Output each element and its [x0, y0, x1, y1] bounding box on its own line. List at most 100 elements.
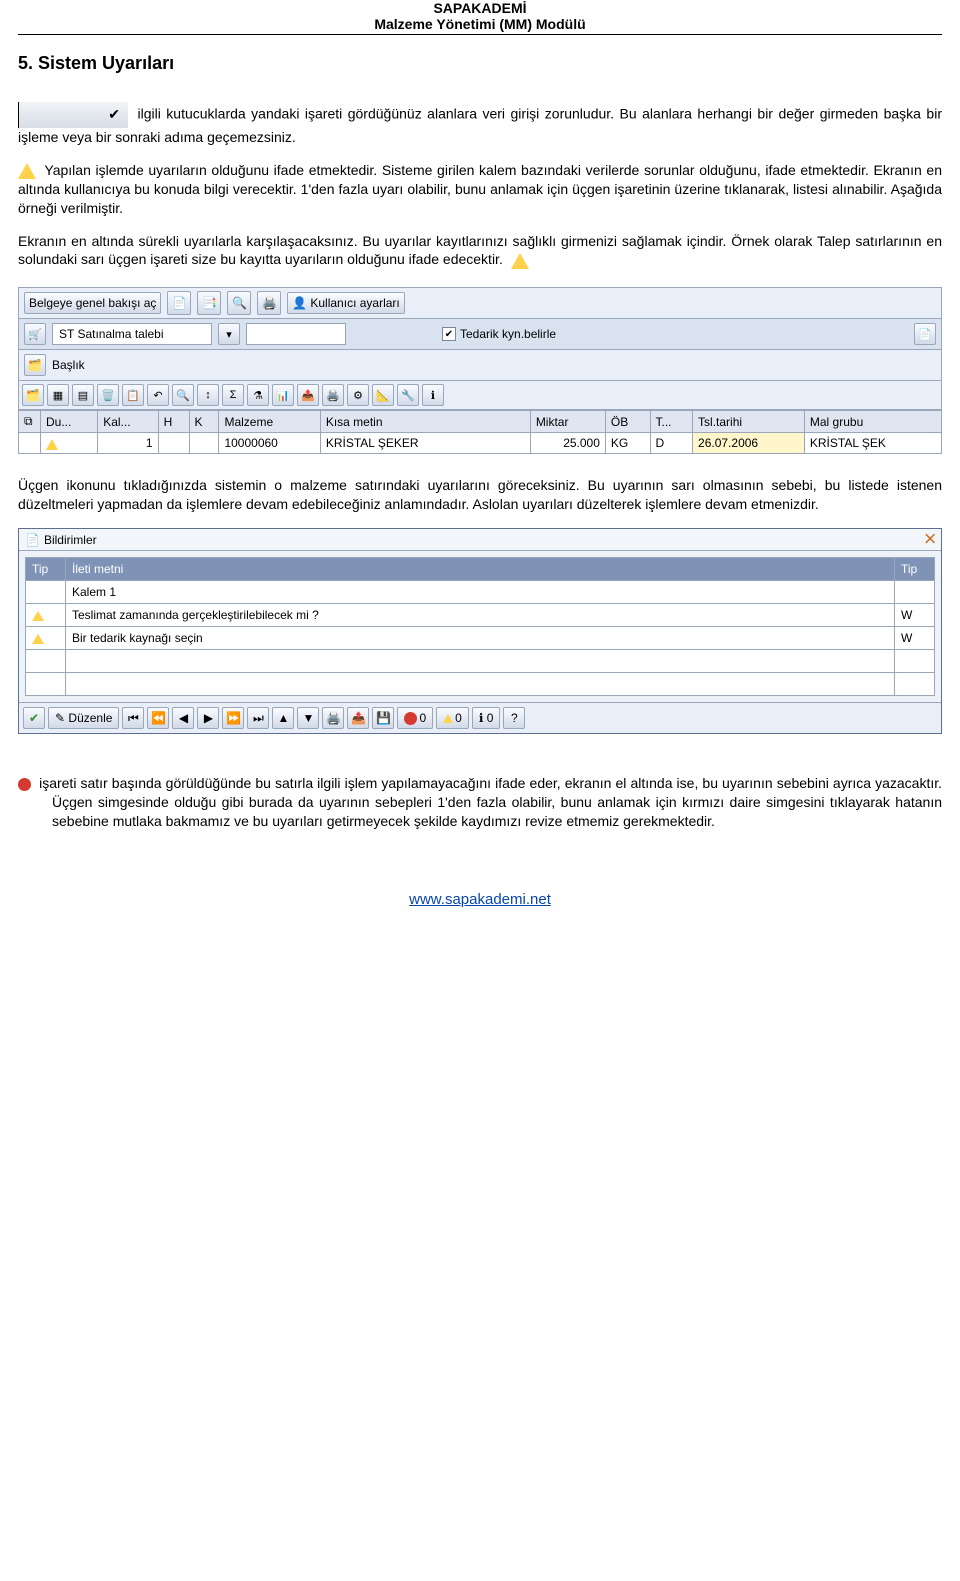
open-document-overview-button[interactable]: Belgeye genel bakışı aç — [24, 292, 161, 314]
filter-icon[interactable]: ⚗ — [247, 384, 269, 406]
notifications-dialog: 📄 Bildirimler ⨉ Tip İleti metni Tip — [18, 528, 942, 734]
sort-desc-icon[interactable]: ▼ — [297, 707, 319, 729]
message-row[interactable]: Kalem 1 — [26, 581, 935, 604]
print-icon[interactable]: 🖨️ — [322, 384, 344, 406]
toolbar-icon-3[interactable]: 🔍 — [227, 291, 251, 315]
sort-asc-icon[interactable]: ▲ — [272, 707, 294, 729]
prev-icon[interactable]: ◀ — [172, 707, 194, 729]
message-row[interactable]: Teslimat zamanında gerçekleştirilebilece… — [26, 604, 935, 627]
toolbar-icon-1[interactable]: 📄 — [167, 291, 191, 315]
last-page-icon[interactable]: ⏭ — [247, 707, 269, 729]
help-icon[interactable]: ? — [503, 707, 525, 729]
paragraph-status-bar: Ekranın en altında sürekli uyarılarla ka… — [18, 232, 942, 270]
collapse-icon[interactable]: 🗂️ — [24, 354, 46, 376]
paragraph-error-icon: işareti satır başında görüldüğünde bu sa… — [18, 774, 942, 831]
settings-icon[interactable]: ⚙ — [347, 384, 369, 406]
tedarik-checkbox-group[interactable]: ✔ Tedarik kyn.belirle — [442, 327, 556, 341]
select-all-icon[interactable]: ▦ — [47, 384, 69, 406]
toolbar-icon-4[interactable]: 🖨️ — [257, 291, 281, 315]
dropdown-icon[interactable]: ▾ — [218, 323, 240, 345]
doc-type-value: ST Satınalma talebi — [59, 327, 164, 341]
table-row[interactable]: 1 10000060 KRİSTAL ŞEKER 25.000 KG D 26.… — [19, 433, 942, 454]
doc-number-field[interactable] — [246, 323, 346, 345]
message-row-empty — [26, 650, 935, 673]
warning-triangle-icon — [18, 163, 36, 179]
find-icon[interactable]: 🔍 — [172, 384, 194, 406]
col-kisa[interactable]: Kısa metin — [320, 411, 530, 433]
para1-text: ilgili kutucuklarda yandaki işareti görd… — [18, 106, 942, 145]
col-selector[interactable]: ⧉ — [19, 411, 41, 433]
cell-malzeme[interactable]: 10000060 — [219, 433, 320, 454]
page-header: SAPAKADEMİ Malzeme Yönetimi (MM) Modülü — [18, 0, 942, 35]
close-icon[interactable]: ⨉ — [925, 532, 935, 547]
tedarik-checkbox[interactable]: ✔ — [442, 327, 456, 341]
col-t[interactable]: T... — [650, 411, 693, 433]
col-tsltarihi[interactable]: Tsl.tarihi — [693, 411, 805, 433]
col-kal[interactable]: Kal... — [98, 411, 158, 433]
col-h[interactable]: H — [158, 411, 189, 433]
col-du[interactable]: Du... — [41, 411, 98, 433]
undo-icon[interactable]: ↶ — [147, 384, 169, 406]
edit-button[interactable]: ✎ Düzenle — [48, 707, 119, 729]
cell-grup[interactable]: KRİSTAL ŞEK — [804, 433, 941, 454]
row-select[interactable] — [19, 433, 41, 454]
page-icon[interactable]: 📄 — [914, 323, 936, 345]
msg-tip-cell — [26, 581, 66, 604]
expand-icon[interactable]: 🗂️ — [22, 384, 44, 406]
next-icon[interactable]: ▶ — [197, 707, 219, 729]
msg-text: Bir tedarik kaynağı seçin — [66, 627, 895, 650]
col-malgrubu[interactable]: Mal grubu — [804, 411, 941, 433]
footer-link[interactable]: www.sapakademi.net — [18, 891, 942, 908]
col-k[interactable]: K — [189, 411, 219, 433]
para5-text: işareti satır başında görüldüğünde bu sa… — [39, 775, 942, 829]
print-icon[interactable]: 🖨️ — [322, 707, 344, 729]
col-ob[interactable]: ÖB — [605, 411, 650, 433]
msg-tip-cell — [26, 627, 66, 650]
export-icon[interactable]: 📤 — [297, 384, 319, 406]
cell-kisa[interactable]: KRİSTAL ŞEKER — [320, 433, 530, 454]
warning-triangle-icon — [32, 611, 44, 621]
cell-tarih[interactable]: 26.07.2006 — [693, 433, 805, 454]
tools-icon[interactable]: 🔧 — [397, 384, 419, 406]
message-row-empty — [26, 673, 935, 696]
sap-purchase-req-screen: Belgeye genel bakışı aç 📄 📑 🔍 🖨️ 👤 Kulla… — [18, 287, 942, 454]
delete-icon[interactable]: 🗑️ — [97, 384, 119, 406]
stop-count[interactable]: 0 — [397, 707, 433, 729]
info-count[interactable]: ℹ 0 — [472, 707, 501, 729]
baslik-label: Başlık — [52, 358, 85, 372]
first-page-icon[interactable]: ⏮ — [122, 707, 144, 729]
info-icon[interactable]: ℹ — [422, 384, 444, 406]
cell-du — [41, 433, 98, 454]
col-miktar[interactable]: Miktar — [530, 411, 605, 433]
cell-h[interactable] — [158, 433, 189, 454]
cell-ob[interactable]: KG — [605, 433, 650, 454]
col-malzeme[interactable]: Malzeme — [219, 411, 320, 433]
sap-baslik-row: 🗂️ Başlık — [18, 350, 942, 381]
layout-save-icon[interactable]: 💾 — [372, 707, 394, 729]
accept-button[interactable]: ✔ — [23, 707, 45, 729]
chart-icon[interactable]: 📊 — [272, 384, 294, 406]
user-settings-button[interactable]: 👤 Kullanıcı ayarları — [287, 292, 404, 314]
doc-type-field[interactable]: ST Satınalma talebi — [52, 323, 212, 345]
cell-miktar[interactable]: 25.000 — [530, 433, 605, 454]
warn-count[interactable]: 0 — [436, 707, 469, 729]
basket-icon[interactable]: 🛒 — [24, 323, 46, 345]
sum-icon[interactable]: Σ — [222, 384, 244, 406]
sort-icon[interactable]: ↕ — [197, 384, 219, 406]
layout-icon[interactable]: 📐 — [372, 384, 394, 406]
message-row[interactable]: Bir tedarik kaynağı seçin W — [26, 627, 935, 650]
paragraph-triangle-click: Üçgen ikonunu tıkladığınızda sistemin o … — [18, 476, 942, 514]
cell-k[interactable] — [189, 433, 219, 454]
toolbar-icon-2[interactable]: 📑 — [197, 291, 221, 315]
export-icon[interactable]: 📤 — [347, 707, 369, 729]
select-block-icon[interactable]: ▤ — [72, 384, 94, 406]
row-warning-icon[interactable] — [46, 439, 58, 450]
col-tip: Tip — [26, 558, 66, 581]
copy-icon[interactable]: 📋 — [122, 384, 144, 406]
next-page-icon[interactable]: ⏩ — [222, 707, 244, 729]
prev-page-icon[interactable]: ⏪ — [147, 707, 169, 729]
cell-t[interactable]: D — [650, 433, 693, 454]
para2-text: Yapılan işlemde uyarıların olduğunu ifad… — [18, 162, 942, 216]
paragraph-warnings: Yapılan işlemde uyarıların olduğunu ifad… — [18, 161, 942, 218]
col-ileti: İleti metni — [66, 558, 895, 581]
